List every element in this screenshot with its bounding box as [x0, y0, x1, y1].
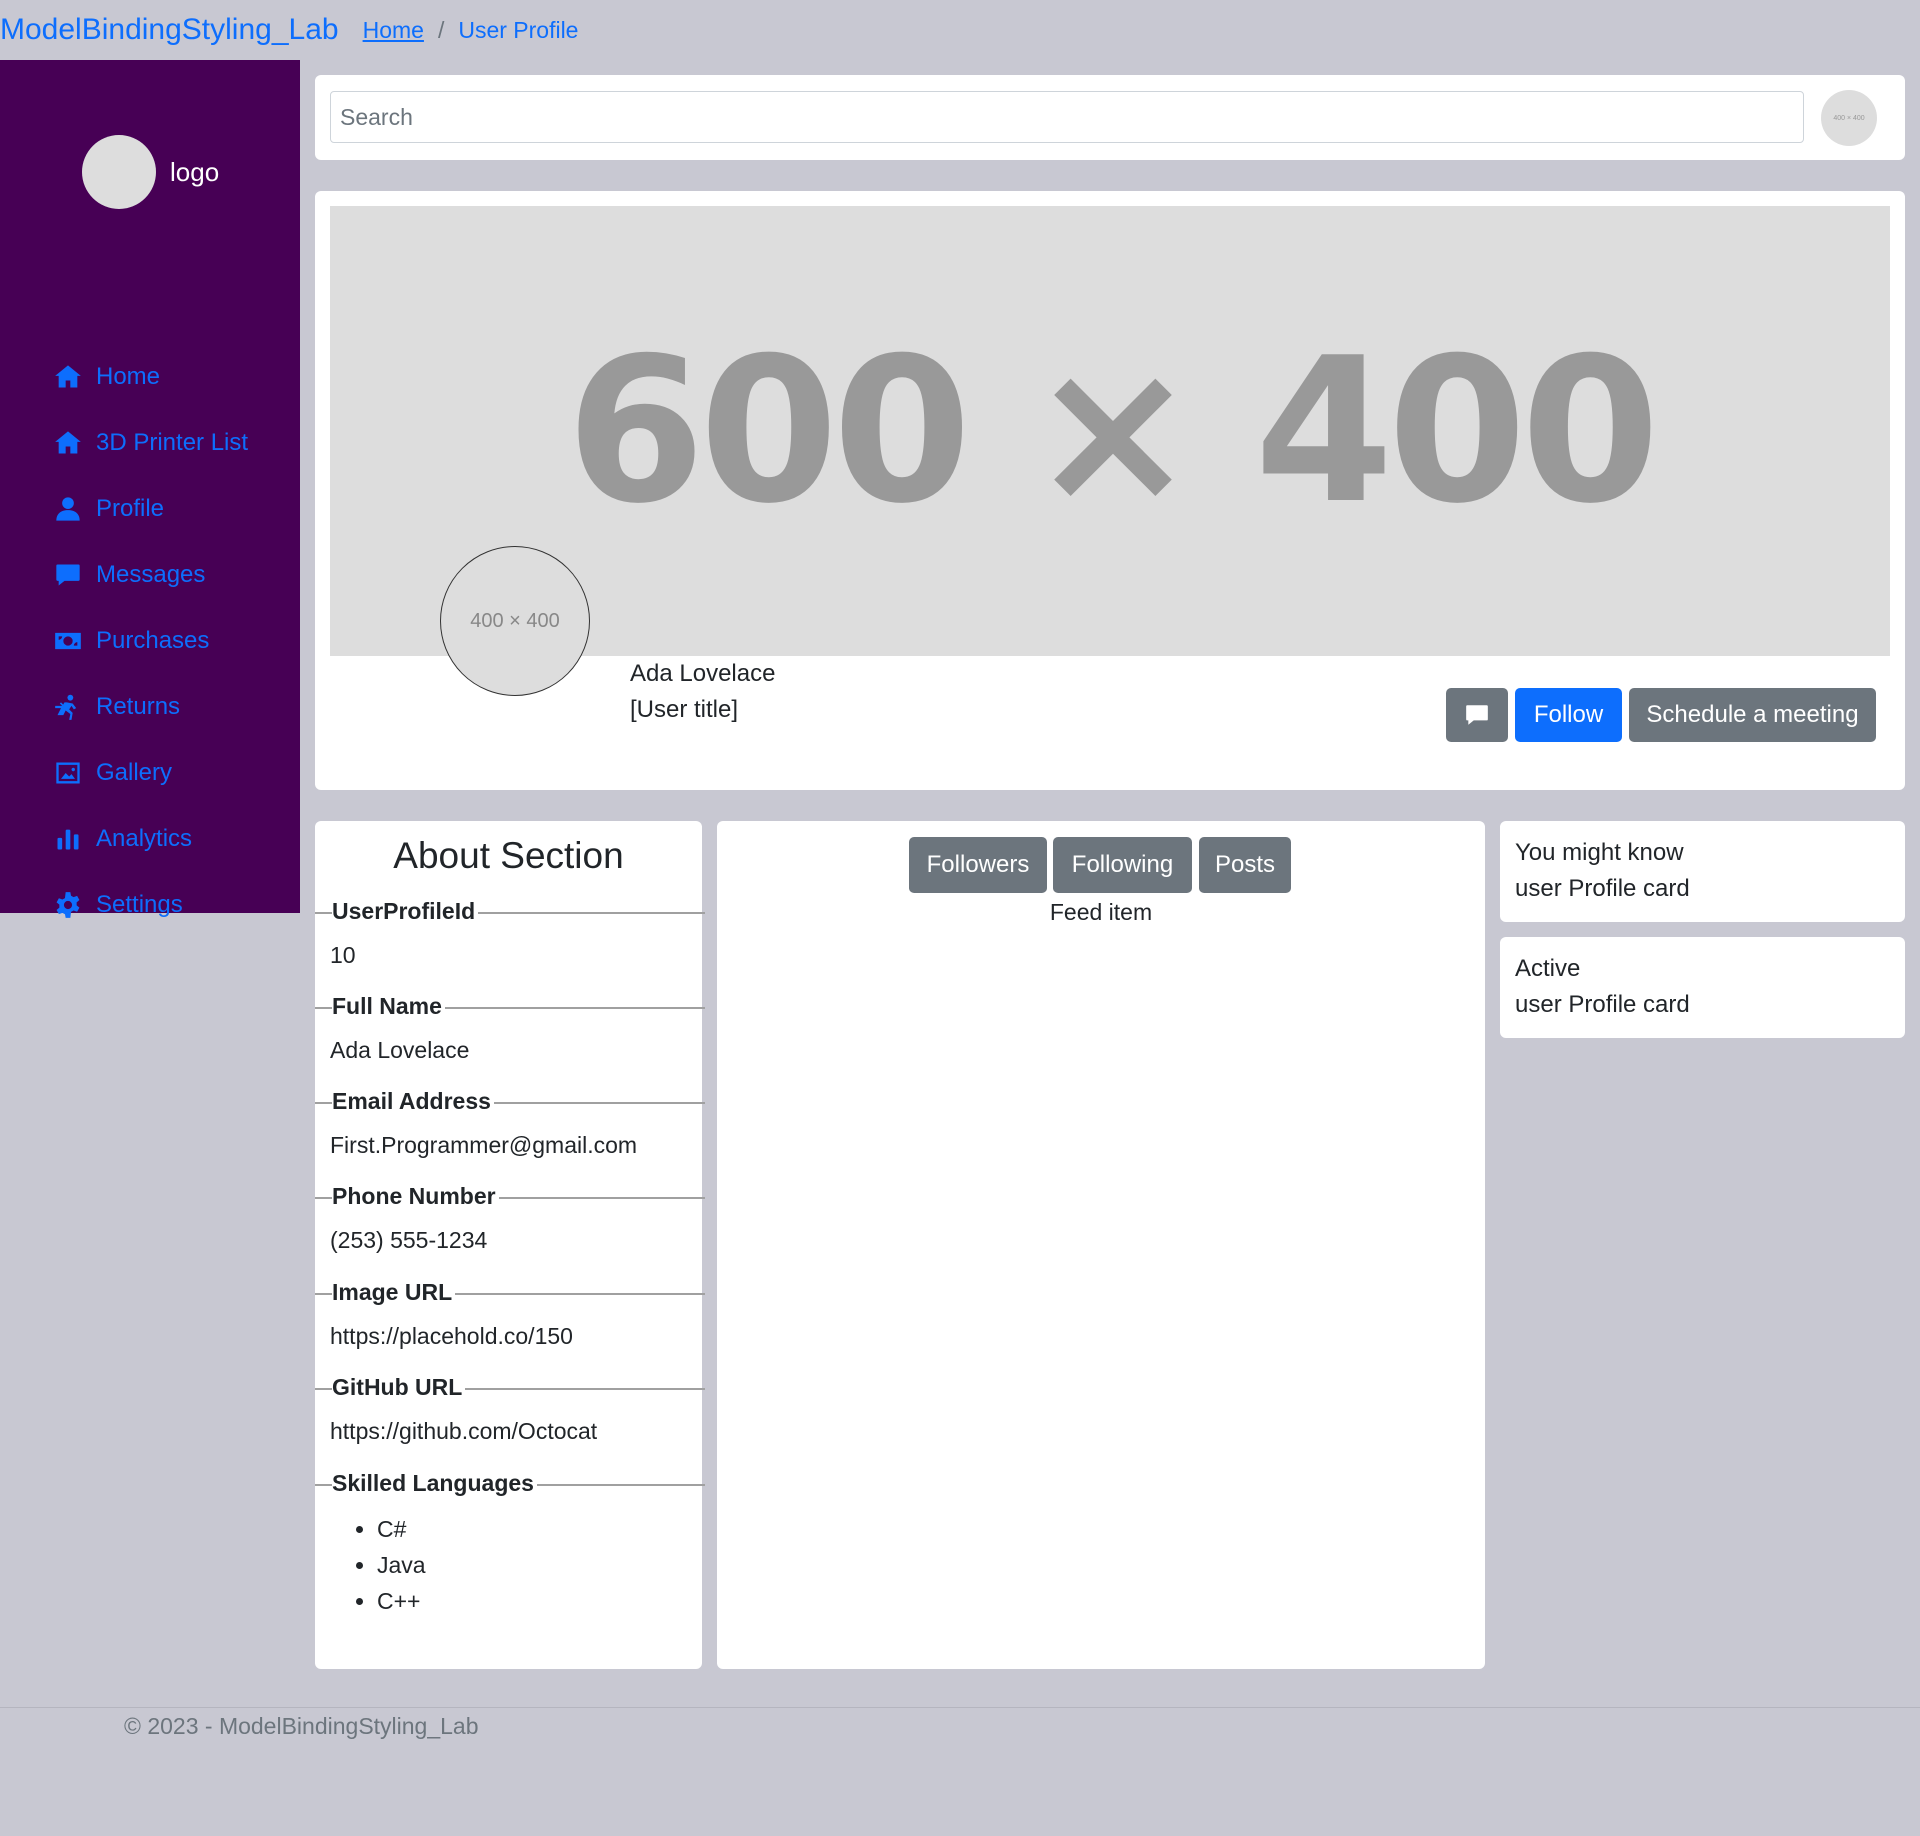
breadcrumb-current: User Profile [458, 16, 579, 43]
sidebar-item-home[interactable]: Home [54, 344, 248, 410]
field-value: https://github.com/Octocat [330, 1418, 598, 1444]
follow-button[interactable]: Follow [1515, 688, 1622, 742]
field-label: UserProfileId [332, 898, 479, 925]
tab-following[interactable]: Following [1053, 837, 1192, 893]
cover-placeholder-text: 600 × 400 [566, 314, 1660, 548]
money-icon [55, 632, 81, 650]
chart-icon [57, 829, 79, 850]
user-icon [56, 497, 80, 521]
card-heading: Active [1515, 955, 1581, 982]
sidebar-item-label: Messages [96, 561, 206, 588]
languages-list: C# Java C++ [377, 1511, 426, 1619]
card-heading: You might know [1515, 839, 1684, 866]
message-button[interactable] [1446, 688, 1508, 742]
profile-title: [User title] [630, 696, 739, 723]
field-label: Email Address [332, 1088, 494, 1115]
field-value: 10 [330, 942, 356, 968]
profile-header-card: 600 × 400 400 × 400 Ada Lovelace [User t… [315, 191, 1905, 790]
image-icon [56, 762, 80, 784]
list-item: C++ [377, 1583, 426, 1619]
card-text: user Profile card [1515, 991, 1690, 1018]
profile-name: Ada Lovelace [630, 660, 776, 687]
sidebar-item-label: Profile [96, 495, 165, 522]
home-icon [55, 431, 81, 454]
footer-divider [0, 1707, 1920, 1708]
field-label: Full Name [332, 993, 445, 1020]
field-value: (253) 555-1234 [330, 1227, 488, 1253]
sidebar-item-label: Settings [96, 891, 183, 918]
about-section: About Section UserProfileId 10 Full Name… [315, 821, 705, 1669]
active-users-card: Active user Profile card [1500, 937, 1905, 1038]
home-icon [55, 365, 81, 388]
avatar-placeholder-text: 400 × 400 [1833, 114, 1865, 122]
feed-section: Followers Following Posts Feed item [717, 821, 1485, 1669]
tab-posts[interactable]: Posts [1199, 837, 1291, 893]
sidebar-item-profile[interactable]: Profile [54, 476, 248, 542]
logo-image [82, 135, 156, 209]
field-value: Ada Lovelace [330, 1037, 470, 1063]
sidebar-item-gallery[interactable]: Gallery [54, 740, 248, 806]
logo-text: logo [170, 156, 220, 187]
card-text: user Profile card [1515, 875, 1690, 902]
sidebar-nav: Home 3D Printer List Profile Messages Pu… [54, 344, 248, 938]
schedule-meeting-button[interactable]: Schedule a meeting [1629, 688, 1876, 742]
sidebar-item-returns[interactable]: Returns [54, 674, 248, 740]
field-value: https://placehold.co/150 [330, 1323, 573, 1349]
logo[interactable]: logo [82, 135, 219, 209]
footer-copyright: © 2023 - ModelBindingStyling_Lab [124, 1713, 479, 1739]
sidebar-item-3d-printer-list[interactable]: 3D Printer List [54, 410, 248, 476]
field-value: First.Programmer@gmail.com [330, 1132, 638, 1158]
search-input[interactable] [330, 91, 1804, 143]
profile-avatar: 400 × 400 [440, 546, 590, 696]
feed-item: Feed item [1049, 899, 1153, 925]
field-label: GitHub URL [332, 1374, 466, 1401]
field-label: Image URL [332, 1279, 456, 1306]
sidebar-item-label: Gallery [96, 759, 173, 786]
message-icon [1466, 705, 1488, 725]
brand-link[interactable]: ModelBindingStyling_Lab [0, 13, 339, 47]
sidebar-item-purchases[interactable]: Purchases [54, 608, 248, 674]
sidebar-item-label: 3D Printer List [96, 429, 249, 456]
sidebar-item-messages[interactable]: Messages [54, 542, 248, 608]
return-icon [55, 694, 77, 720]
sidebar-item-label: Purchases [96, 627, 210, 654]
breadcrumb-home[interactable]: Home [363, 17, 424, 44]
message-icon [56, 564, 80, 586]
breadcrumb-separator: / [437, 16, 445, 43]
field-label: Skilled Languages [332, 1470, 537, 1497]
field-label: Phone Number [332, 1183, 499, 1210]
sidebar-item-label: Analytics [96, 825, 193, 852]
suggestion-card: You might know user Profile card [1500, 821, 1905, 922]
sidebar-item-label: Home [96, 363, 161, 390]
list-item: C# [377, 1511, 426, 1547]
user-avatar[interactable]: 400 × 400 [1821, 90, 1877, 146]
avatar-placeholder-text: 400 × 400 [470, 609, 560, 632]
sidebar-item-label: Returns [96, 693, 181, 720]
sidebar-item-analytics[interactable]: Analytics [54, 806, 248, 872]
top-bar: ModelBindingStyling_Lab Home / User Prof… [0, 0, 578, 60]
gear-icon [56, 892, 80, 918]
search-bar: 400 × 400 [315, 75, 1905, 160]
tab-followers[interactable]: Followers [909, 837, 1047, 893]
sidebar-item-settings[interactable]: Settings [54, 872, 248, 938]
sidebar: logo Home 3D Printer List Profile Messag… [0, 60, 300, 918]
about-title: About Section [393, 835, 624, 876]
list-item: Java [377, 1547, 426, 1583]
